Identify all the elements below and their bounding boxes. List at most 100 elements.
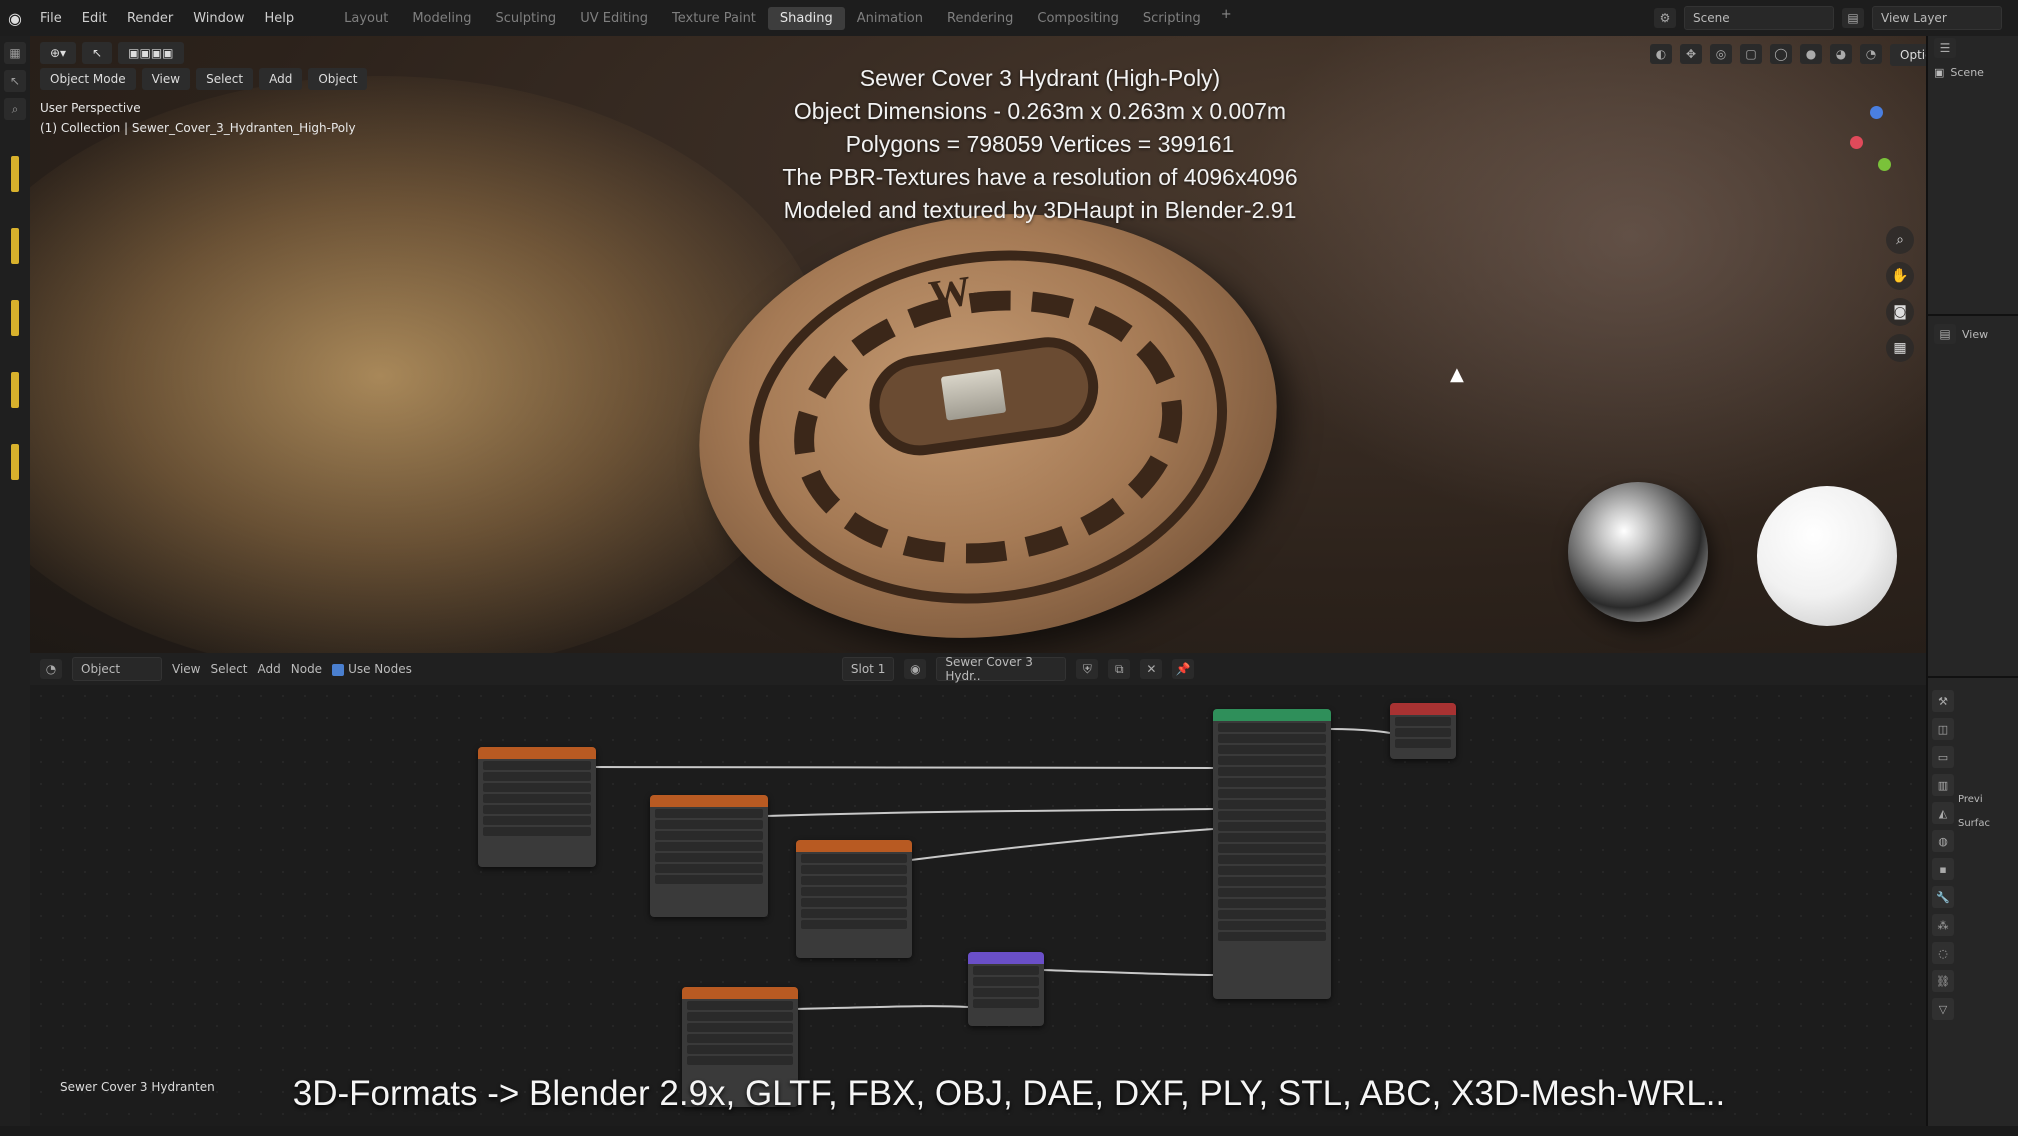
- node-field[interactable]: [1218, 767, 1326, 776]
- node-title-bar[interactable]: [478, 747, 596, 759]
- node-field[interactable]: [1218, 811, 1326, 820]
- menu-add[interactable]: Add: [258, 662, 281, 676]
- render-tab-icon[interactable]: ◫: [1932, 718, 1954, 740]
- node-title-bar[interactable]: [1390, 703, 1456, 715]
- menu-select[interactable]: Select: [210, 662, 247, 676]
- node-field[interactable]: [1218, 921, 1326, 930]
- slot-dropdown[interactable]: Slot 1: [841, 657, 895, 681]
- node-title-bar[interactable]: [1213, 709, 1331, 721]
- view-layer-icon[interactable]: ▤: [1842, 8, 1864, 28]
- node-field[interactable]: [1218, 723, 1326, 732]
- node-field[interactable]: [1395, 728, 1451, 737]
- node-field[interactable]: [1218, 778, 1326, 787]
- menu-view[interactable]: View: [172, 662, 200, 676]
- object-tab-icon[interactable]: ▪: [1932, 858, 1954, 880]
- menu-help[interactable]: Help: [255, 11, 305, 26]
- node-field[interactable]: [1218, 910, 1326, 919]
- tab-animation[interactable]: Animation: [845, 7, 935, 30]
- preview-panel[interactable]: Previ: [1958, 794, 1990, 818]
- node-field[interactable]: [1218, 844, 1326, 853]
- material-preview-icon[interactable]: ◕: [1830, 44, 1852, 64]
- view-layer-tab-icon[interactable]: ▥: [1932, 774, 1954, 796]
- menu-view[interactable]: View: [141, 68, 191, 90]
- node-field[interactable]: [801, 854, 907, 863]
- output-tab-icon[interactable]: ▭: [1932, 746, 1954, 768]
- node-title-bar[interactable]: [796, 840, 912, 852]
- outliner-scene-row[interactable]: ▣ Scene: [1928, 60, 2018, 84]
- node-field[interactable]: [483, 805, 591, 814]
- view-layer-field[interactable]: View Layer: [1872, 6, 2002, 30]
- overlays-icon[interactable]: ◎: [1710, 44, 1732, 64]
- node-field[interactable]: [1218, 866, 1326, 875]
- menu-file[interactable]: File: [30, 11, 72, 26]
- menu-add[interactable]: Add: [259, 68, 303, 90]
- solid-shading-icon[interactable]: ●: [1800, 44, 1822, 64]
- node-field[interactable]: [483, 827, 591, 836]
- node-field[interactable]: [1218, 833, 1326, 842]
- pin-icon[interactable]: 📌: [1172, 659, 1195, 679]
- editor-type-icon[interactable]: ▤: [1934, 324, 1956, 344]
- editor-type-icon[interactable]: ◔: [40, 659, 62, 679]
- rendered-shading-icon[interactable]: ◔: [1860, 44, 1882, 64]
- node-field[interactable]: [801, 887, 907, 896]
- node-title-bar[interactable]: [650, 795, 768, 807]
- node-field[interactable]: [655, 864, 763, 873]
- select-mode-icon[interactable]: ▣▣▣▣: [118, 42, 184, 64]
- menu-render[interactable]: Render: [117, 11, 183, 26]
- axis-x-icon[interactable]: [1850, 136, 1863, 149]
- node-field[interactable]: [655, 831, 763, 840]
- zoom-icon[interactable]: ⌕: [1886, 226, 1914, 254]
- add-workspace-icon[interactable]: +: [1213, 7, 1240, 30]
- node-field[interactable]: [655, 809, 763, 818]
- node-field[interactable]: [1218, 888, 1326, 897]
- tab-compositing[interactable]: Compositing: [1025, 7, 1131, 30]
- node-field[interactable]: [483, 783, 591, 792]
- principled-bsdf-node[interactable]: [1213, 709, 1331, 999]
- tab-texture-paint[interactable]: Texture Paint: [660, 7, 768, 30]
- image-texture-node[interactable]: [650, 795, 768, 917]
- 3d-viewport[interactable]: ⊕▾ ↖ ▣▣▣▣ Object Mode View Select Add Ob…: [30, 36, 1926, 653]
- axis-y-icon[interactable]: [1878, 158, 1891, 171]
- node-field[interactable]: [483, 794, 591, 803]
- node-field[interactable]: [655, 853, 763, 862]
- node-field[interactable]: [1218, 800, 1326, 809]
- tab-modeling[interactable]: Modeling: [400, 7, 483, 30]
- node-field[interactable]: [655, 820, 763, 829]
- camera-icon[interactable]: ◙: [1886, 298, 1914, 326]
- node-field[interactable]: [655, 842, 763, 851]
- node-field[interactable]: [801, 898, 907, 907]
- node-field[interactable]: [483, 816, 591, 825]
- node-field[interactable]: [1218, 877, 1326, 886]
- use-nodes-checkbox[interactable]: Use Nodes: [332, 662, 412, 676]
- scene-icon[interactable]: ⚙: [1654, 8, 1676, 28]
- node-field[interactable]: [1218, 822, 1326, 831]
- node-field[interactable]: [1218, 756, 1326, 765]
- cursor-tool-icon[interactable]: ↖: [4, 70, 26, 92]
- node-field[interactable]: [801, 909, 907, 918]
- node-canvas[interactable]: [30, 685, 1926, 1136]
- menu-node[interactable]: Node: [291, 662, 322, 676]
- modifier-tab-icon[interactable]: 🔧: [1932, 886, 1954, 908]
- tab-uv-editing[interactable]: UV Editing: [568, 7, 660, 30]
- tool-tab-icon[interactable]: ⚒: [1932, 690, 1954, 712]
- gizmo-toggle-icon[interactable]: ✥: [1680, 44, 1702, 64]
- editor-type-icon[interactable]: ⊕▾: [40, 42, 77, 64]
- node-field[interactable]: [687, 1023, 793, 1032]
- material-output-node[interactable]: [1390, 703, 1456, 759]
- tab-shading[interactable]: Shading: [767, 6, 845, 30]
- node-field[interactable]: [1218, 734, 1326, 743]
- node-field[interactable]: [687, 1045, 793, 1054]
- xray-icon[interactable]: ▢: [1740, 44, 1762, 64]
- duplicate-icon[interactable]: ⧉: [1108, 659, 1131, 679]
- select-tool-icon[interactable]: ↖: [82, 42, 113, 64]
- image-texture-node[interactable]: [478, 747, 596, 867]
- image-texture-node[interactable]: [796, 840, 912, 958]
- tab-sculpting[interactable]: Sculpting: [483, 7, 568, 30]
- node-title-bar[interactable]: [682, 987, 798, 999]
- node-field[interactable]: [687, 1012, 793, 1021]
- blender-logo-icon[interactable]: ◉: [0, 0, 30, 36]
- menu-window[interactable]: Window: [183, 11, 254, 26]
- surface-panel[interactable]: Surfac: [1958, 818, 1990, 842]
- data-tab-icon[interactable]: ▽: [1932, 998, 1954, 1020]
- fake-user-icon[interactable]: ⛨: [1076, 659, 1099, 679]
